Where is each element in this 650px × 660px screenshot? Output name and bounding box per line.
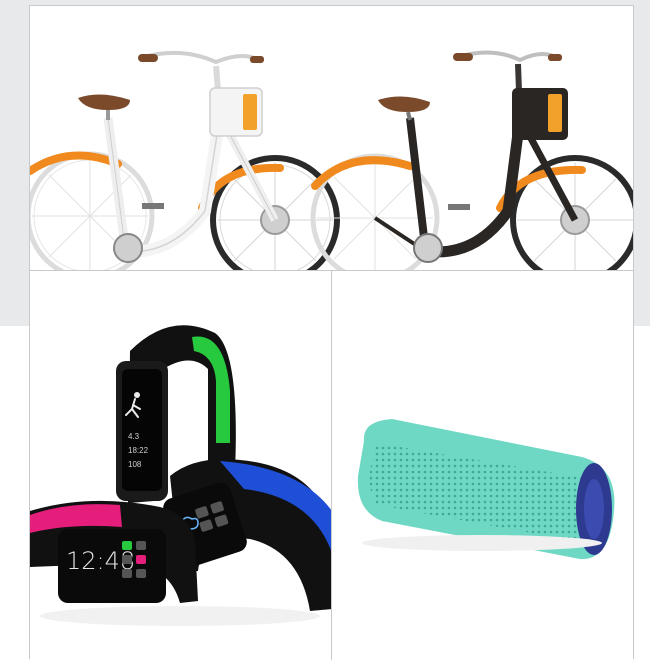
speaker-panel [332, 270, 633, 660]
screen-value-1: 4.3 [128, 432, 140, 441]
wristbands-panel: 4.3 18:22 108 12:48 [30, 270, 332, 660]
screen-value-2: 18:22 [128, 446, 149, 455]
bicycles-illustration [30, 6, 633, 270]
bicycles-panel [30, 6, 633, 270]
wristbands-illustration: 4.3 18:22 108 12:48 [30, 271, 331, 660]
screen-value-3: 108 [128, 460, 142, 469]
speaker-illustration [332, 271, 633, 660]
product-grid-frame: 4.3 18:22 108 12:48 [29, 5, 634, 660]
